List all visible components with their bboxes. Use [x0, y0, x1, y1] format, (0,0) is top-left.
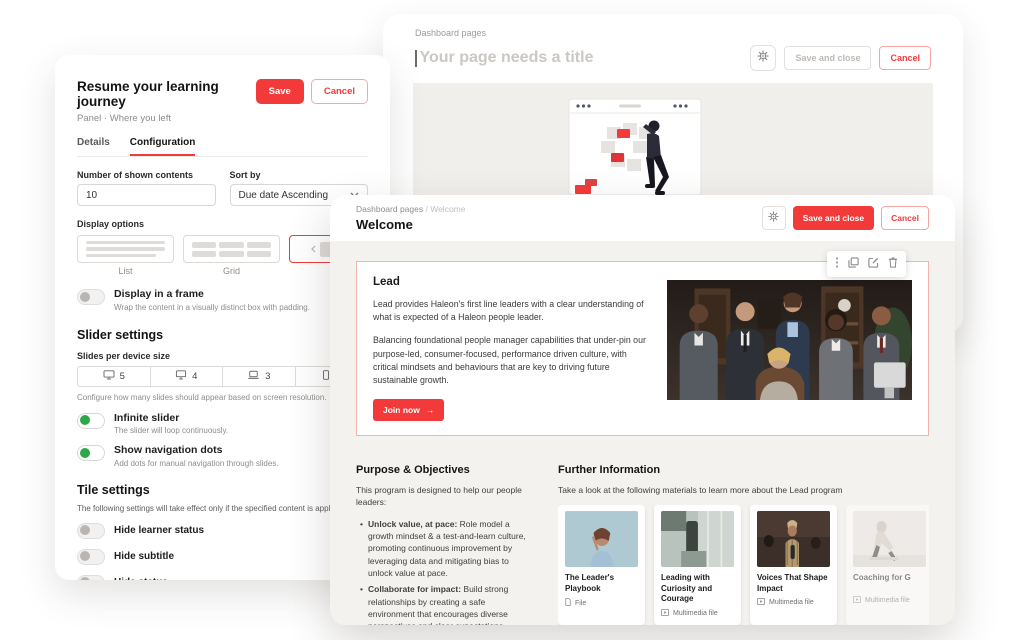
- infinite-slider-row: Infinite slider The slider will loop con…: [77, 412, 368, 436]
- breadcrumb: Dashboard pages Welcome: [356, 204, 465, 214]
- tile-settings-note: The following settings will take effect …: [77, 504, 368, 513]
- material-card-curiosity-courage[interactable]: Leading with Curiosity and Courage Multi…: [654, 505, 741, 624]
- tablet-icon: [322, 370, 330, 383]
- display-option-list[interactable]: List: [77, 235, 174, 276]
- breadcrumb[interactable]: Dashboard pages: [415, 28, 931, 38]
- material-thumbnail: [565, 511, 638, 567]
- further-information-section: Further Information Take a look at the f…: [558, 464, 929, 625]
- cancel-button[interactable]: Cancel: [311, 79, 368, 104]
- tab-details[interactable]: Details: [77, 137, 110, 156]
- arrow-right-icon: →: [426, 405, 435, 415]
- material-card-voices-impact[interactable]: Voices That Shape Impact Multimedia file: [750, 505, 837, 624]
- display-options-label: Display options: [77, 219, 368, 229]
- panel-subtitle: Panel · Where you left: [77, 113, 256, 124]
- panel-title: Resume your learning journey: [77, 79, 256, 109]
- hide-learner-status-toggle[interactable]: [77, 523, 105, 539]
- save-and-close-button[interactable]: Save and close: [793, 206, 874, 230]
- lead-paragraph: Lead provides Haleon's first line leader…: [373, 298, 651, 324]
- multimedia-icon: [853, 596, 861, 605]
- display-option-grid[interactable]: Grid: [183, 235, 280, 276]
- hide-learner-status-row: Hide learner status: [77, 522, 368, 539]
- desktop-icon: [103, 370, 115, 383]
- device-monitor-option[interactable]: 4: [151, 367, 224, 386]
- materials-slider: The Leader's Playbook File: [558, 505, 929, 624]
- page-title: Welcome: [356, 217, 465, 232]
- tab-configuration[interactable]: Configuration: [130, 137, 196, 156]
- navigation-dots-row: Show navigation dots Add dots for manual…: [77, 444, 368, 468]
- laptop-icon: [247, 370, 260, 383]
- further-heading: Further Information: [558, 464, 929, 476]
- page-title-input[interactable]: Your page needs a title: [420, 49, 751, 67]
- cancel-button[interactable]: Cancel: [879, 46, 931, 70]
- text-cursor: [415, 50, 417, 67]
- slides-per-device-label: Slides per device size: [77, 351, 368, 361]
- shown-contents-label: Number of shown contents: [77, 170, 216, 180]
- duplicate-icon[interactable]: [848, 255, 859, 273]
- device-desktop-option[interactable]: 5: [78, 367, 151, 386]
- settings-button[interactable]: [762, 206, 786, 230]
- further-intro: Take a look at the following materials t…: [558, 484, 929, 496]
- material-card-leaders-playbook[interactable]: The Leader's Playbook File: [558, 505, 645, 624]
- save-and-close-button[interactable]: Save and close: [784, 46, 871, 70]
- file-icon: [565, 598, 571, 608]
- lead-heading: Lead: [373, 276, 651, 288]
- purpose-heading: Purpose & Objectives: [356, 464, 534, 476]
- join-now-button[interactable]: Join now →: [373, 399, 444, 421]
- hide-status-row: Hide status: [77, 574, 368, 581]
- page-editor-window-welcome: Dashboard pages Welcome Welcome Save and …: [330, 195, 955, 625]
- breadcrumb-current: Welcome: [430, 204, 465, 214]
- material-card-coaching[interactable]: Coaching for G Multimedia file: [846, 505, 929, 624]
- device-laptop-option[interactable]: 3: [223, 367, 296, 386]
- frame-toggle-row: Display in a frame Wrap the content in a…: [77, 288, 368, 312]
- material-thumbnail: [757, 511, 830, 567]
- slides-helper-text: Configure how many slides should appear …: [77, 393, 368, 402]
- purpose-bullet: Unlock value, at pace: Role model a grow…: [360, 518, 534, 580]
- material-thumbnail: [661, 511, 734, 567]
- hide-status-toggle[interactable]: [77, 575, 105, 581]
- block-toolbar: [827, 251, 906, 277]
- sort-by-label: Sort by: [230, 170, 369, 180]
- edit-icon[interactable]: [868, 255, 879, 273]
- settings-button[interactable]: [750, 45, 776, 71]
- tab-bar: Details Configuration: [77, 137, 368, 157]
- lead-hero-block[interactable]: Lead Lead provides Haleon's first line l…: [356, 261, 929, 436]
- material-thumbnail: [853, 511, 926, 567]
- lead-paragraph: Balancing foundational people manager ca…: [373, 334, 651, 387]
- purpose-intro: This program is designed to help our peo…: [356, 484, 534, 509]
- purpose-objectives-section: Purpose & Objectives This program is des…: [356, 464, 534, 625]
- tile-settings-heading: Tile settings: [77, 483, 368, 497]
- navigation-dots-toggle[interactable]: [77, 445, 105, 461]
- slider-settings-heading: Slider settings: [77, 328, 368, 342]
- toggle-desc: Wrap the content in a visually distinct …: [114, 303, 310, 312]
- breadcrumb-root[interactable]: Dashboard pages: [356, 204, 423, 214]
- multimedia-icon: [757, 598, 765, 607]
- cancel-button[interactable]: Cancel: [881, 206, 929, 230]
- purpose-bullet: Collaborate for impact: Build strong rel…: [360, 583, 534, 625]
- slider-arrow-left-icon: [311, 240, 316, 258]
- display-in-frame-toggle[interactable]: [77, 289, 105, 305]
- toggle-label: Display in a frame: [114, 288, 310, 300]
- sort-by-value: Due date Ascending: [239, 190, 329, 201]
- monitor-icon: [175, 370, 187, 383]
- lead-hero-image: [667, 280, 912, 400]
- hide-subtitle-row: Hide subtitle: [77, 548, 368, 565]
- gear-icon: [768, 209, 779, 227]
- infinite-slider-toggle[interactable]: [77, 413, 105, 429]
- slides-per-device-control: 5 4 3 2: [77, 366, 368, 387]
- delete-icon[interactable]: [888, 255, 898, 273]
- save-button[interactable]: Save: [256, 79, 304, 104]
- multimedia-icon: [661, 609, 669, 618]
- drag-handle-icon[interactable]: [835, 255, 839, 273]
- shown-contents-input[interactable]: [77, 184, 216, 206]
- hide-subtitle-toggle[interactable]: [77, 549, 105, 565]
- editor-header: Dashboard pages Your page needs a title …: [383, 14, 963, 71]
- gear-icon: [757, 49, 769, 67]
